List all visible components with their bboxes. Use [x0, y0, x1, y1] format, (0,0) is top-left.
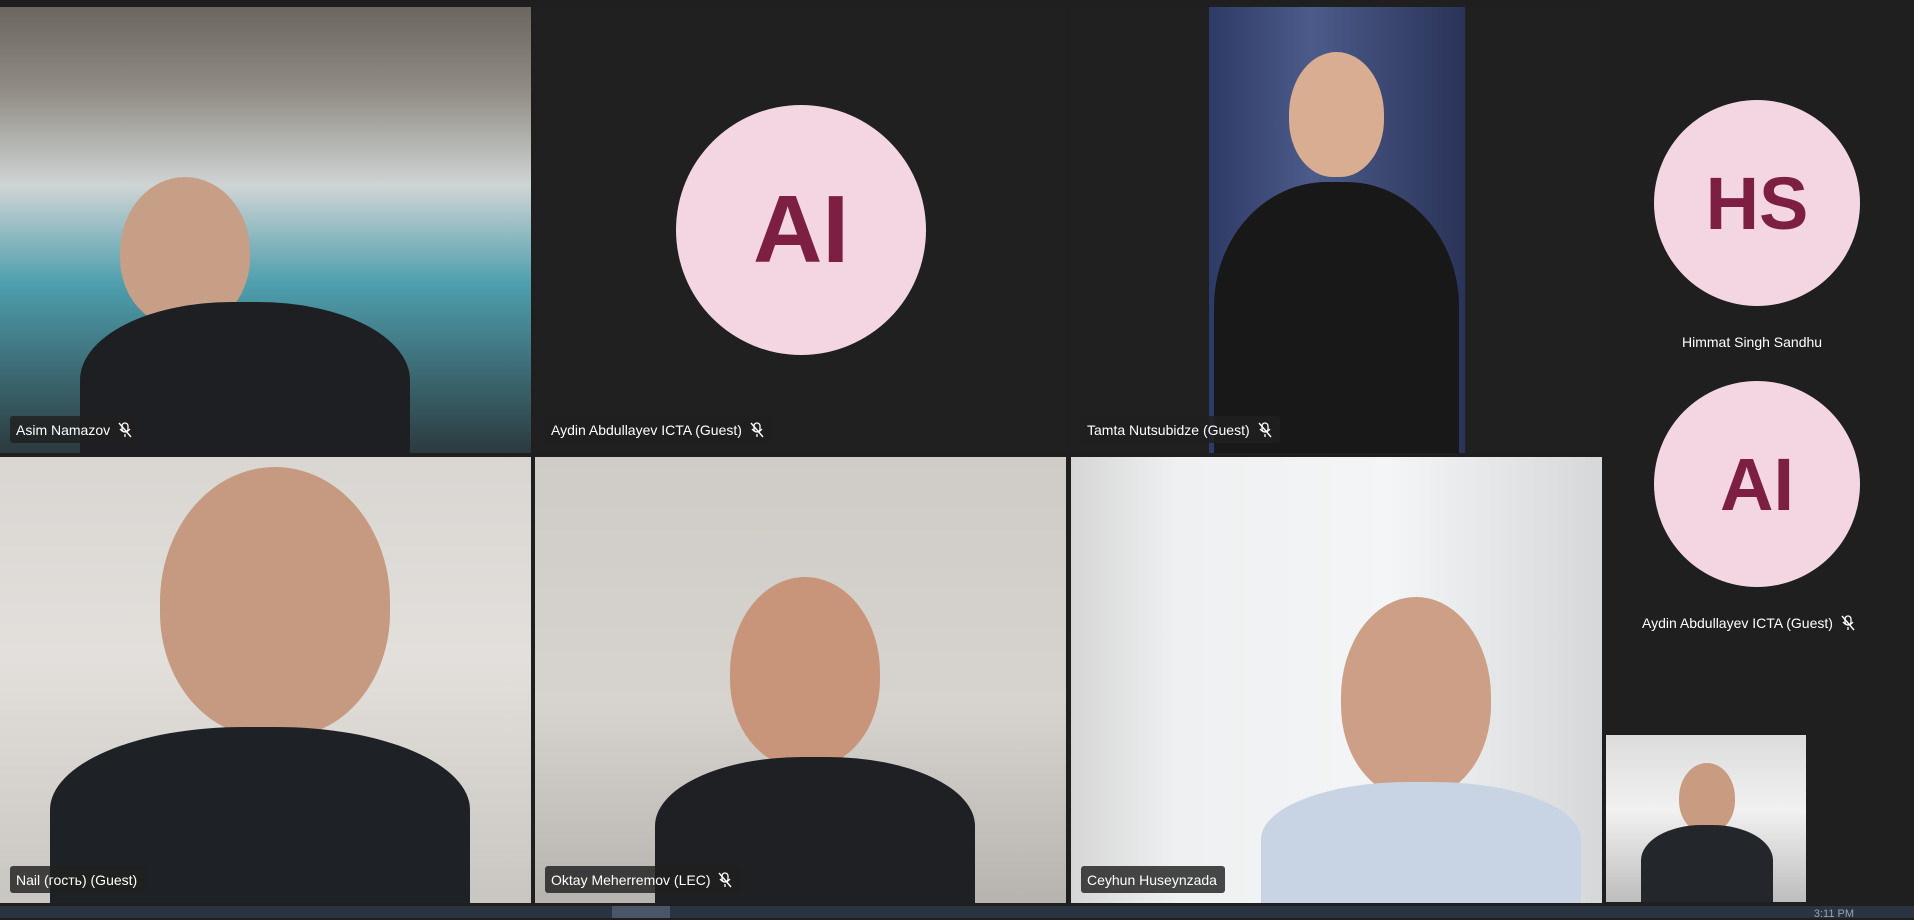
- participant-name-label: Aydin Abdullayev ICTA (Guest): [545, 416, 772, 443]
- participant-tile-ceyhun[interactable]: Ceyhun Huseynzada: [1071, 457, 1602, 903]
- sidebar-name-label: Himmat Singh Sandhu: [1682, 334, 1823, 350]
- mic-off-icon: [118, 421, 132, 437]
- participant-tile-oktay[interactable]: Oktay Meherremov (LEC): [535, 457, 1066, 903]
- self-view-tile[interactable]: [1606, 735, 1806, 902]
- mic-off-icon: [718, 871, 733, 887]
- participant-tile-nail[interactable]: Nail (гость) (Guest): [0, 457, 531, 903]
- sidebar-avatar-ai[interactable]: AI: [1654, 381, 1860, 587]
- participant-video: [655, 577, 975, 903]
- sidebar-avatar-hs[interactable]: HS: [1654, 100, 1860, 306]
- self-video: [1641, 763, 1773, 902]
- participant-video: [80, 167, 410, 453]
- participant-avatar: AI: [676, 105, 926, 355]
- participant-tile-aydin[interactable]: AI Aydin Abdullayev ICTA (Guest): [535, 7, 1066, 453]
- clock: 3:11 PM: [1813, 908, 1854, 920]
- participant-video: [1209, 7, 1465, 453]
- participant-video: [50, 457, 470, 903]
- mic-off-icon: [1841, 615, 1855, 631]
- taskbar-strip: [0, 906, 1914, 918]
- taskbar-active-item[interactable]: [612, 906, 670, 918]
- participant-name-label: Tamta Nutsubidze (Guest): [1081, 416, 1280, 443]
- mic-off-icon: [1258, 421, 1272, 437]
- participant-video: [1261, 597, 1581, 903]
- participant-tile-asim[interactable]: Asim Namazov: [0, 7, 531, 453]
- participant-name-label: Nail (гость) (Guest): [10, 866, 146, 893]
- participant-name-label: Oktay Meherremov (LEC): [545, 866, 741, 893]
- sidebar-name-label: Aydin Abdullayev ICTA (Guest): [1642, 615, 1855, 631]
- participant-tile-tamta[interactable]: Tamta Nutsubidze (Guest): [1071, 7, 1602, 453]
- participant-name-label: Ceyhun Huseynzada: [1081, 866, 1225, 893]
- mic-off-icon: [750, 421, 764, 437]
- participant-name-label: Asim Namazov: [10, 416, 141, 443]
